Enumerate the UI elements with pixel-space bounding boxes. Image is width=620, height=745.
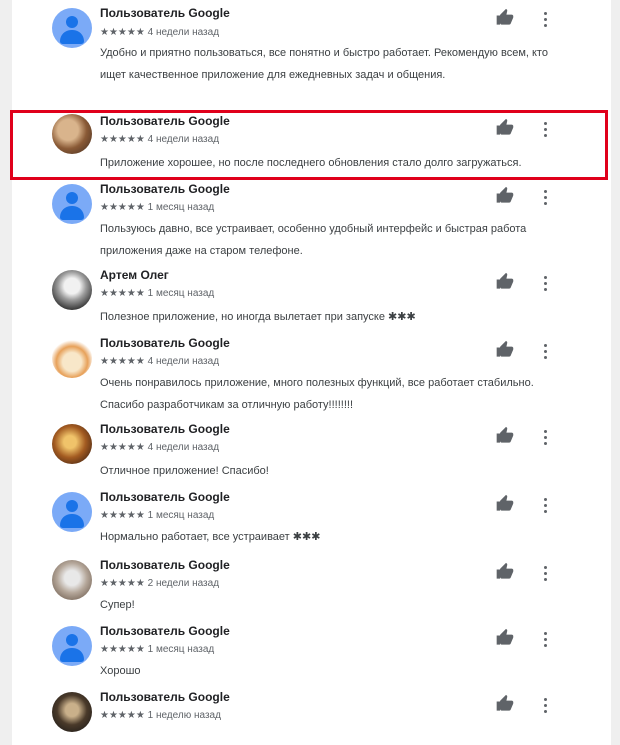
- review-author: Артем Олег: [100, 268, 169, 282]
- review-meta: ★★★★★ 1 месяц назад: [100, 644, 215, 655]
- thumb-up-icon[interactable]: [494, 8, 516, 28]
- more-vert-icon[interactable]: [540, 564, 550, 584]
- more-vert-icon[interactable]: [540, 428, 550, 448]
- thumb-up-icon[interactable]: [494, 628, 516, 648]
- user-avatar: [52, 424, 92, 464]
- user-avatar: [52, 626, 92, 666]
- more-vert-icon[interactable]: [540, 274, 550, 294]
- more-vert-icon[interactable]: [540, 696, 550, 716]
- user-avatar: [52, 184, 92, 224]
- review-author: Пользователь Google: [100, 624, 230, 638]
- more-vert-icon[interactable]: [540, 496, 550, 516]
- review-text: Отличное приложение! Спасибо!: [100, 465, 269, 477]
- user-avatar: [52, 492, 92, 532]
- review-meta: ★★★★★ 1 месяц назад: [100, 202, 215, 213]
- reviews-screen: Пользователь Google ★★★★★ 4 недели назад…: [0, 0, 620, 745]
- review-meta: ★★★★★ 4 недели назад: [100, 442, 220, 453]
- thumb-up-icon[interactable]: [494, 272, 516, 292]
- user-avatar: [52, 560, 92, 600]
- review-text: Хорошо: [100, 665, 141, 677]
- more-vert-icon[interactable]: [540, 188, 550, 208]
- review-text: Супер!: [100, 599, 135, 611]
- review-text: Полезное приложение, но иногда вылетает …: [100, 311, 416, 323]
- thumb-up-icon[interactable]: [494, 186, 516, 206]
- review-meta: ★★★★★ 1 неделю назад: [100, 710, 221, 721]
- more-vert-icon[interactable]: [540, 10, 550, 30]
- review-author: Пользователь Google: [100, 490, 230, 504]
- review-meta: ★★★★★ 1 месяц назад: [100, 510, 215, 521]
- review-text: Очень понравилось приложение, много поле…: [100, 377, 534, 411]
- review-text: Пользуюсь давно, все устраивает, особенн…: [100, 223, 527, 257]
- review-author: Пользователь Google: [100, 182, 230, 196]
- right-margin: [611, 0, 620, 745]
- review-author: Пользователь Google: [100, 690, 230, 704]
- more-vert-icon[interactable]: [540, 342, 550, 362]
- more-vert-icon[interactable]: [540, 630, 550, 650]
- thumb-up-icon[interactable]: [494, 340, 516, 360]
- highlighted-review-frame: [10, 110, 608, 180]
- review-meta: ★★★★★ 1 месяц назад: [100, 288, 215, 299]
- user-avatar: [52, 270, 92, 310]
- thumb-up-icon[interactable]: [494, 494, 516, 514]
- review-text: Удобно и приятно пользоваться, все понят…: [100, 47, 548, 81]
- user-avatar: [52, 8, 92, 48]
- thumb-up-icon[interactable]: [494, 562, 516, 582]
- review-author: Пользователь Google: [100, 558, 230, 572]
- user-avatar: [52, 692, 92, 732]
- review-author: Пользователь Google: [100, 336, 230, 350]
- review-author: Пользователь Google: [100, 6, 230, 20]
- user-avatar: [52, 338, 92, 378]
- review-author: Пользователь Google: [100, 422, 230, 436]
- review-meta: ★★★★★ 2 недели назад: [100, 578, 220, 589]
- thumb-up-icon[interactable]: [494, 694, 516, 714]
- thumb-up-icon[interactable]: [494, 426, 516, 446]
- review-meta: ★★★★★ 4 недели назад: [100, 356, 220, 367]
- review-meta: ★★★★★ 4 недели назад: [100, 27, 220, 38]
- review-text: Нормально работает, все устраивает ✱✱✱: [100, 531, 321, 543]
